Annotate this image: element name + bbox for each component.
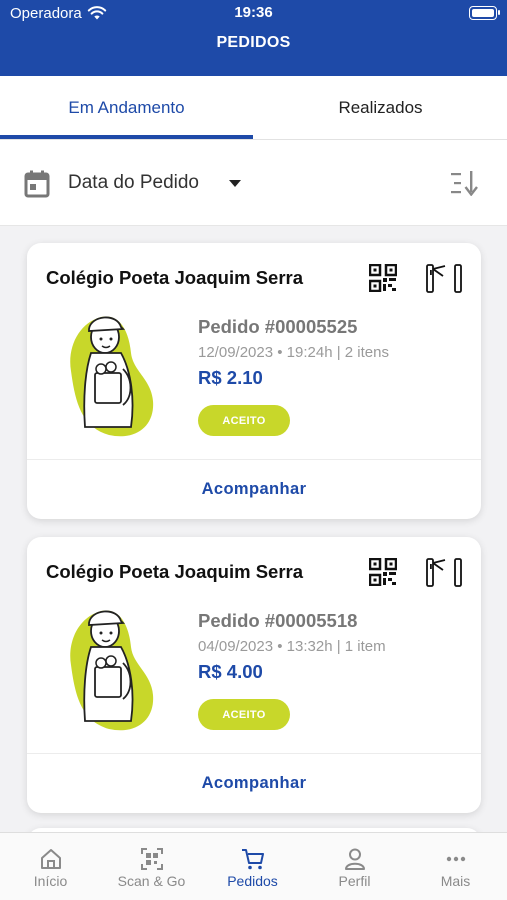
clock: 19:36 (234, 4, 273, 21)
tabbar-item-scan-go[interactable]: Scan & Go (101, 833, 202, 900)
tabbar-label: Início (33, 873, 68, 889)
qr-code-icon[interactable] (369, 264, 397, 292)
qr-code-icon[interactable] (369, 558, 397, 586)
status-bar: Operadora 19:36 (0, 0, 507, 28)
status-badge: ACEITO (198, 405, 290, 436)
tab-em-andamento[interactable]: Em Andamento (0, 76, 253, 140)
filter-date-select[interactable]: Data do Pedido (68, 172, 199, 194)
track-order-button[interactable]: Acompanhar (27, 460, 481, 519)
order-date-items: 12/09/2023 • 19:24h | 2 itens (198, 344, 389, 361)
tabbar-item-mais[interactable]: Mais (405, 833, 506, 900)
tabbar-label: Pedidos (227, 873, 278, 889)
school-name: Colégio Poeta Joaquim Serra (46, 267, 304, 288)
more-icon (446, 856, 466, 862)
page-title: PEDIDOS (216, 34, 291, 51)
bottom-tab-bar: Início Scan & Go Pedidos Perfil Mais (0, 832, 507, 900)
track-order-button[interactable]: Acompanhar (27, 754, 481, 813)
cart-icon (242, 849, 264, 870)
caret-down-icon[interactable] (229, 180, 241, 187)
school-name: Colégio Poeta Joaquim Serra (46, 561, 304, 582)
order-price: R$ 4.00 (198, 661, 263, 682)
tabbar-item-pedidos[interactable]: Pedidos (202, 833, 303, 900)
active-tab-indicator (0, 135, 253, 139)
delivery-person-illustration (70, 610, 154, 731)
scan-icon (141, 848, 163, 870)
turnstile-icon[interactable] (425, 556, 463, 588)
tab-realizados[interactable]: Realizados (254, 76, 507, 140)
tabbar-item-inicio[interactable]: Início (0, 833, 101, 900)
turnstile-icon[interactable] (425, 262, 463, 294)
filter-bar: Data do Pedido (0, 140, 507, 226)
order-date-items: 04/09/2023 • 13:32h | 1 item (198, 638, 386, 655)
profile-icon (345, 848, 365, 870)
order-card: Colégio Poeta Joaquim Serra Pedido #0000… (27, 537, 481, 813)
tabbar-label: Perfil (338, 873, 371, 889)
tabbar-label: Scan & Go (117, 873, 186, 889)
order-number: Pedido #00005525 (198, 316, 358, 337)
order-tabs: Em Andamento Realizados (0, 76, 507, 140)
order-card: Colégio Poeta Joaquim Serra Pedido #0000… (27, 243, 481, 519)
status-badge: ACEITO (198, 699, 290, 730)
order-number: Pedido #00005518 (198, 610, 358, 631)
app-header: Operadora 19:36 PEDIDOS (0, 0, 507, 76)
calendar-icon[interactable] (24, 170, 50, 198)
battery-icon (469, 6, 500, 20)
tabbar-item-perfil[interactable]: Perfil (304, 833, 405, 900)
delivery-person-illustration (70, 316, 154, 437)
tabbar-label: Mais (440, 873, 471, 889)
home-icon (41, 849, 61, 869)
sort-icon[interactable] (450, 170, 480, 196)
order-price: R$ 2.10 (198, 367, 263, 388)
